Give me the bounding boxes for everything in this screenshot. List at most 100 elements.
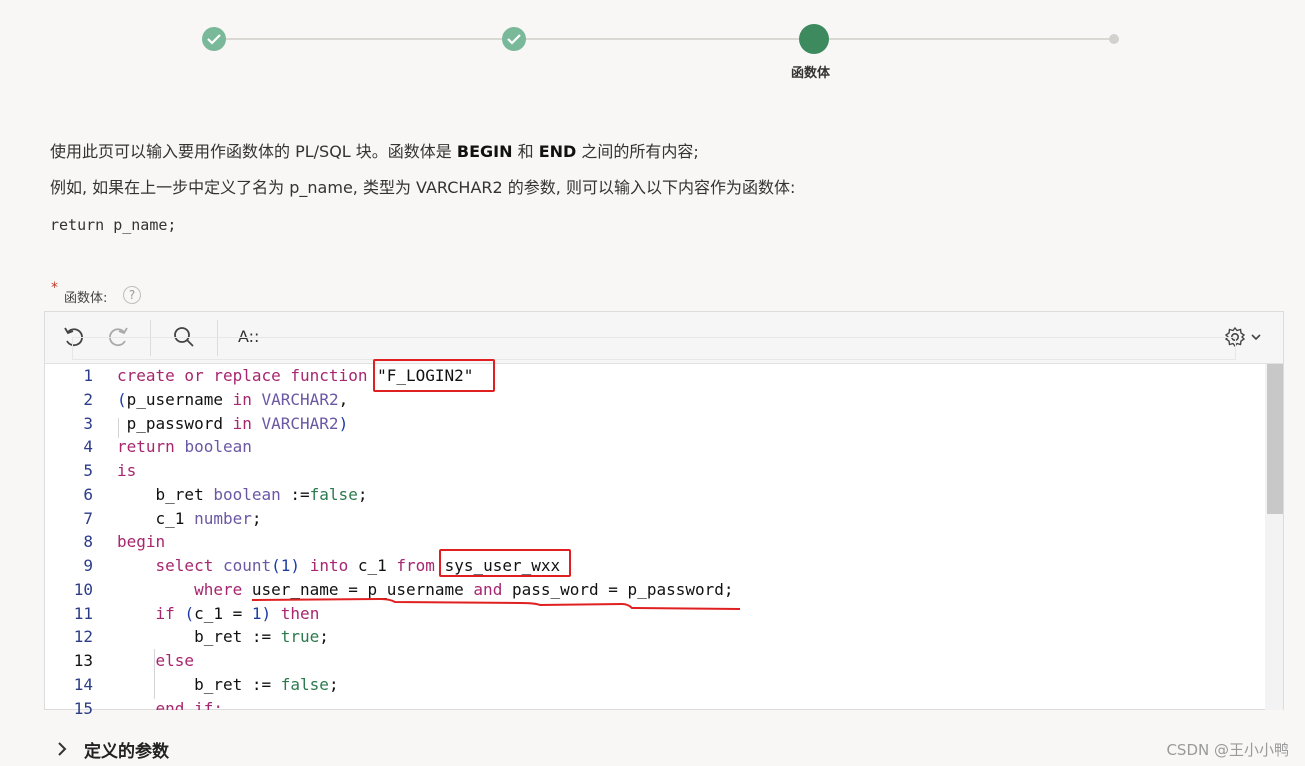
code-keyword: create or replace function [117,366,378,385]
code-literal: true [280,627,320,646]
code-keyword: end if; [117,699,223,710]
code-type: number [194,509,252,528]
line-number: 6 [83,485,93,504]
code-type: boolean [184,437,252,456]
help-keyword-end: END [538,142,577,161]
code-punct: , [338,390,349,409]
annotation-box-function-name [373,359,495,392]
step-4-pending [1109,34,1119,44]
code-keyword: begin [117,532,166,551]
line-number: 3 [83,414,93,433]
code-identifier: b_ret := [117,627,281,646]
line-number: 14 [73,675,93,694]
line-number-gutter: 1 2 3 4 5 6 7 8 9 10 11 12 13 14 15 [45,364,105,718]
watermark: CSDN @王小小鸭 [1166,741,1289,759]
code-line-5: is [117,461,136,480]
code-keyword: else [117,651,195,670]
code-keyword: into [300,556,358,575]
line-number: 15 [73,699,93,718]
editor-scrollbar[interactable] [1265,364,1283,710]
line-number: 12 [73,627,93,646]
code-line-8: begin [117,532,165,551]
code-identifier: b_ret := [117,675,281,694]
code-type: VARCHAR2 [261,414,339,433]
line-number: 7 [83,509,93,528]
code-literal: false [280,675,329,694]
code-paren: ( [271,556,281,575]
check-icon [507,34,521,45]
code-line-3: p_password in VARCHAR2) [117,414,349,433]
code-line-15: end if; [117,699,223,710]
code-identifier: c_1 = [194,604,252,623]
help-text-line-1: 使用此页可以输入要用作函数体的 PL/SQL 块。函数体是 BEGIN 和 EN… [50,138,699,162]
function-body-label: 函数体: [64,291,108,306]
code-identifier: p_username [126,390,233,409]
code-line-4: return boolean [117,437,252,456]
code-identifier: p_password [117,414,233,433]
current-step-label: 函数体 [791,66,831,81]
code-punct: ; [357,485,368,504]
code-identifier: c_1 [117,509,195,528]
help-text: 之间的所有内容; [576,142,699,161]
code-paren: ( [184,604,195,623]
help-example-code: return p_name; [50,216,177,234]
code-content[interactable]: create or replace function "F_LOGIN2" (p… [105,364,1265,710]
code-line-14: b_ret := false; [117,675,339,694]
code-punct: ; [251,509,262,528]
defined-params-section-title[interactable]: 定义的参数 [84,737,169,762]
annotation-underline [251,597,741,610]
help-text: 和 [512,142,539,161]
code-keyword: select [117,556,223,575]
line-number: 1 [83,366,93,385]
line-number: 5 [83,461,93,480]
code-function: count [222,556,272,575]
code-punct: ; [319,627,329,646]
line-number-active: 13 [73,651,93,670]
help-keyword-begin: BEGIN [456,142,513,161]
code-paren: ) [290,556,301,575]
code-keyword: in [232,414,262,433]
wizard-track [214,38,1114,40]
code-paren: ) [338,414,349,433]
help-text-line-2: 例如, 如果在上一步中定义了名为 p_name, 类型为 VARCHAR2 的参… [50,178,796,197]
code-line-2: (p_username in VARCHAR2, [117,390,348,409]
required-indicator: * [51,280,58,296]
code-type: VARCHAR2 [261,390,339,409]
chevron-right-icon[interactable] [56,741,68,757]
line-number: 2 [83,390,93,409]
code-number: 1 [280,556,291,575]
step-3-current [799,24,829,54]
line-number: 11 [73,604,93,623]
code-line-13: else [117,651,195,670]
line-number: 10 [73,580,93,599]
code-keyword: if [117,604,185,623]
step-1-complete[interactable] [202,27,226,51]
line-number: 8 [83,532,93,551]
help-icon[interactable]: ? [123,286,141,304]
code-keyword: where [117,580,252,599]
annotation-box-table-name [439,549,571,577]
scrollbar-thumb[interactable] [1267,364,1283,514]
line-number: 4 [83,437,93,456]
code-line-12: b_ret := true; [117,627,329,646]
help-text: 使用此页可以输入要用作函数体的 PL/SQL 块。函数体是 [50,142,457,161]
code-identifier: c_1 [357,556,397,575]
code-keyword: in [232,390,262,409]
code-type: boolean [213,485,291,504]
code-punct: ; [328,675,339,694]
active-line-highlight [72,337,1236,360]
code-keyword: is [117,461,137,480]
code-literal: false [309,485,358,504]
code-operator: := [290,485,310,504]
line-number: 9 [83,556,93,575]
code-identifier: b_ret [117,485,214,504]
code-line-7: c_1 number; [117,509,262,528]
code-keyword: from [396,556,445,575]
code-keyword: return [117,437,185,456]
code-paren: ( [117,390,127,409]
wizard-progress: 函数体 [0,0,1305,90]
code-line-6: b_ret boolean :=false; [117,485,368,504]
check-icon [207,34,221,45]
step-2-complete[interactable] [502,27,526,51]
code-editor[interactable]: A:: 1 2 3 4 5 6 7 8 9 10 11 12 13 14 15 … [44,311,1284,718]
